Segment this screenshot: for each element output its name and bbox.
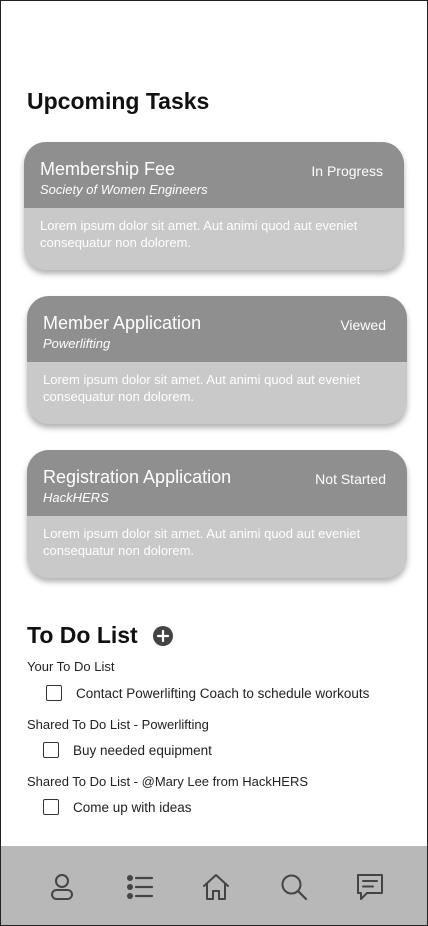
task-card-description: Lorem ipsum dolor sit amet. Aut animi qu… [40, 218, 358, 250]
todo-item-text: Come up with ideas [73, 799, 192, 815]
task-card-member-application[interactable]: Member Application Powerlifting Viewed L… [27, 296, 407, 424]
task-card-title: Member Application [43, 313, 202, 333]
task-card-organization: Society of Women Engineers [40, 182, 208, 197]
todo-group-label: Shared To Do List - @Mary Lee from HackH… [27, 774, 308, 789]
task-card-title: Membership Fee [40, 159, 176, 179]
todo-item: Come up with ideas [43, 799, 192, 815]
task-card-registration-application[interactable]: Registration Application HackHERS Not St… [27, 450, 407, 578]
plus-circle-icon [156, 629, 169, 642]
task-card-header: Member Application Powerlifting Viewed [27, 296, 407, 362]
todo-item-text: Contact Powerlifting Coach to schedule w… [76, 685, 370, 701]
task-card-title: Registration Application [43, 467, 232, 487]
chat-icon[interactable] [355, 872, 385, 902]
task-card-status: Not Started [315, 471, 386, 487]
list-icon[interactable] [124, 872, 154, 902]
task-card-header: Registration Application HackHERS Not St… [27, 450, 407, 516]
task-card-organization: Powerlifting [43, 336, 111, 351]
todo-checkbox[interactable] [43, 742, 59, 758]
todo-group-label: Your To Do List [27, 659, 115, 674]
todo-list-heading: To Do List [27, 622, 138, 648]
task-card-description: Lorem ipsum dolor sit amet. Aut animi qu… [43, 526, 361, 558]
todo-checkbox[interactable] [46, 685, 62, 701]
app-screen: Upcoming Tasks Membership Fee Society of… [0, 0, 428, 926]
profile-icon[interactable] [47, 872, 77, 902]
search-icon[interactable] [279, 872, 309, 902]
todo-list-header: To Do List [27, 622, 173, 649]
home-icon[interactable] [201, 872, 231, 902]
todo-checkbox[interactable] [43, 799, 59, 815]
todo-group-label: Shared To Do List - Powerlifting [27, 717, 209, 732]
task-card-status: In Progress [311, 163, 383, 179]
task-card-organization: HackHERS [43, 490, 109, 505]
todo-item: Contact Powerlifting Coach to schedule w… [46, 685, 369, 701]
todo-item-text: Buy needed equipment [73, 742, 212, 758]
task-card-membership-fee[interactable]: Membership Fee Society of Women Engineer… [24, 142, 404, 270]
task-card-description: Lorem ipsum dolor sit amet. Aut animi qu… [43, 372, 361, 404]
todo-item: Buy needed equipment [43, 742, 212, 758]
bottom-nav-bar [1, 846, 427, 925]
add-todo-button[interactable] [152, 625, 173, 646]
task-card-header: Membership Fee Society of Women Engineer… [24, 142, 404, 208]
task-card-status: Viewed [340, 317, 386, 333]
upcoming-tasks-heading: Upcoming Tasks [27, 88, 210, 114]
